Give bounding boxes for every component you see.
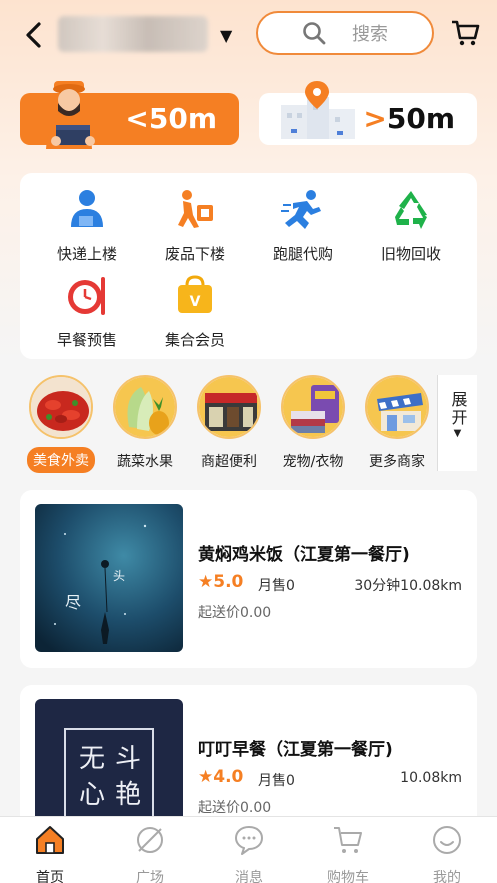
category-food[interactable]: 美食外卖	[21, 375, 101, 473]
category-more-merchants[interactable]: 更多商家	[357, 375, 437, 471]
shop-name: 黄焖鸡米饭（江夏第一餐厅)	[198, 545, 410, 565]
nav-cart[interactable]: 购物车	[308, 823, 388, 883]
delivery-man-icon	[46, 81, 95, 149]
expand-label: 展开	[448, 391, 468, 427]
svg-text:V: V	[190, 294, 201, 310]
home-icon	[36, 826, 64, 854]
svg-text:无: 无	[79, 744, 105, 774]
category-pets-clothes-image	[281, 375, 345, 439]
category-supermarket-image	[197, 375, 261, 439]
star-icon: ★	[198, 572, 214, 592]
tab-far[interactable]: >50m	[259, 81, 477, 145]
star-icon: ★	[198, 767, 214, 787]
shop-min-order: 起送价0.00	[198, 800, 272, 816]
tab-nearby-label: <50m	[125, 102, 217, 135]
shop-distance: 30分钟10.08km	[354, 578, 462, 594]
expand-categories-button[interactable]: 展开 ▼	[437, 375, 477, 471]
waste-icon	[178, 190, 213, 228]
nav-home[interactable]: 首页	[10, 823, 90, 883]
back-arrow-icon[interactable]	[22, 20, 46, 50]
cart-icon	[334, 827, 362, 853]
nav-profile[interactable]: 我的	[407, 823, 487, 883]
shop-monthly-sales: 月售0	[258, 773, 295, 789]
service-waste[interactable]: 废品下楼	[145, 187, 245, 264]
service-recycle[interactable]: 旧物回收	[361, 187, 461, 264]
svg-text:心: 心	[79, 780, 105, 810]
service-breakfast[interactable]: 早餐预售	[37, 273, 137, 350]
shop-distance: 10.08km	[400, 770, 462, 786]
location-name-blurred[interactable]	[58, 16, 208, 52]
services-card: 快递上楼 废品下楼 跑腿代购 旧物回收 早餐预售 V 集合会员	[20, 173, 477, 359]
category-food-image	[29, 375, 93, 439]
category-vegetables-image	[113, 375, 177, 439]
svg-text:头: 头	[113, 569, 125, 583]
shop-thumbnail: 尽 头	[35, 504, 183, 652]
shop-rating: ★4.0	[198, 767, 244, 787]
shop-name: 叮叮早餐（江夏第一餐厅)	[198, 740, 393, 760]
cart-icon[interactable]	[450, 18, 480, 48]
location-dropdown-icon[interactable]: ▼	[220, 26, 232, 45]
tab-far-label: >50m	[363, 102, 455, 135]
search-placeholder: 搜索	[352, 24, 388, 45]
bottom-nav: 首页 广场 消息 购物车 我的	[0, 816, 497, 883]
runner-icon	[281, 190, 321, 229]
smiley-icon	[433, 826, 461, 854]
service-courier[interactable]: 快递上楼	[37, 187, 137, 264]
nav-square[interactable]: 广场	[110, 823, 190, 883]
svg-text:艳: 艳	[115, 780, 141, 810]
category-vegetables[interactable]: 蔬菜水果	[105, 375, 185, 471]
tab-nearby[interactable]: <50m	[20, 81, 239, 149]
category-more-merchants-image	[365, 375, 429, 439]
map-pin-buildings-icon	[281, 81, 355, 139]
shop-monthly-sales: 月售0	[258, 578, 295, 594]
chat-bubble-icon	[235, 826, 263, 855]
vip-bag-icon: V	[178, 275, 212, 313]
planet-icon	[137, 827, 163, 853]
service-vip[interactable]: V 集合会员	[145, 273, 245, 350]
category-supermarket[interactable]: 商超便利	[189, 375, 269, 471]
nav-messages[interactable]: 消息	[209, 823, 289, 883]
search-icon	[303, 22, 326, 45]
svg-text:斗: 斗	[115, 744, 141, 774]
category-pets-clothes[interactable]: 宠物/衣物	[273, 375, 353, 471]
breakfast-icon	[68, 277, 105, 315]
shop-card[interactable]: 尽 头 黄焖鸡米饭（江夏第一餐厅) ★5.0 月售0 30分钟10.08km 起…	[20, 490, 477, 668]
svg-text:尽: 尽	[65, 593, 81, 612]
recycle-icon	[395, 191, 427, 229]
shop-min-order: 起送价0.00	[198, 605, 272, 621]
service-errand[interactable]: 跑腿代购	[253, 187, 353, 264]
search-bar[interactable]: 搜索	[256, 11, 434, 55]
chevron-down-icon: ▼	[453, 428, 462, 439]
shop-rating: ★5.0	[198, 572, 244, 592]
courier-icon	[71, 190, 103, 227]
